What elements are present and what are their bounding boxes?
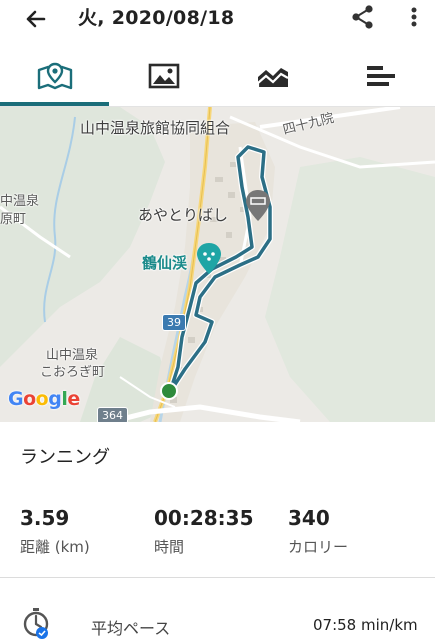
divider	[0, 577, 435, 578]
road-shield-39: 39	[162, 314, 186, 331]
tab-bar	[0, 44, 435, 107]
activity-type: ランニング	[20, 447, 110, 468]
tab-chart[interactable]	[218, 44, 327, 107]
pace-label: 平均ペース	[91, 619, 171, 638]
map-label-onsen-association: 山中温泉旅館協同組合	[80, 119, 231, 137]
arrow-back-icon[interactable]	[20, 4, 50, 34]
stat-calories-value: 340	[288, 506, 330, 530]
route-map[interactable]: 山中温泉旅館協同組合 四十九院 あやとりばし 鶴仙渓 中温泉 原町 山中温泉 こ…	[0, 107, 435, 422]
map-label-area-line2: 原町	[0, 212, 27, 227]
pace-value: 07:58 min/km	[313, 616, 418, 634]
tab-photos[interactable]	[109, 44, 218, 107]
map-label-kakusenkei: 鶴仙渓	[142, 254, 188, 272]
average-pace-row: 平均ペース 07:58 min/km	[0, 600, 435, 640]
tab-details[interactable]	[327, 44, 435, 107]
image-icon	[148, 63, 179, 88]
page-title: 火, 2020/08/18	[78, 7, 235, 29]
map-label-korogi-line2: こおろぎ町	[40, 365, 106, 380]
stat-duration-label: 時間	[154, 538, 185, 556]
map-pin-icon	[37, 62, 72, 89]
area-chart-icon	[256, 67, 289, 87]
share-icon[interactable]	[348, 2, 378, 32]
stat-calories-label: カロリー	[288, 538, 349, 556]
stat-duration-value: 00:28:35	[154, 506, 254, 530]
app-bar: 火, 2020/08/18	[0, 0, 435, 44]
list-bars-icon	[367, 65, 395, 86]
stat-distance: 3.59 距離 (km)	[20, 506, 90, 557]
stat-calories: 340 カロリー	[288, 506, 348, 557]
map-label-ayatori-bridge: あやとりばし	[138, 206, 229, 224]
stat-duration: 00:28:35 時間	[154, 506, 254, 557]
map-label-area-line1: 中温泉	[0, 194, 40, 209]
tab-map[interactable]	[0, 44, 109, 107]
google-logo: Google	[8, 388, 80, 410]
stopwatch-icon	[23, 608, 49, 639]
stat-distance-value: 3.59	[20, 506, 70, 530]
road-shield-364: 364	[97, 407, 128, 422]
more-vert-icon[interactable]	[402, 2, 426, 32]
stat-distance-label: 距離 (km)	[20, 538, 90, 556]
